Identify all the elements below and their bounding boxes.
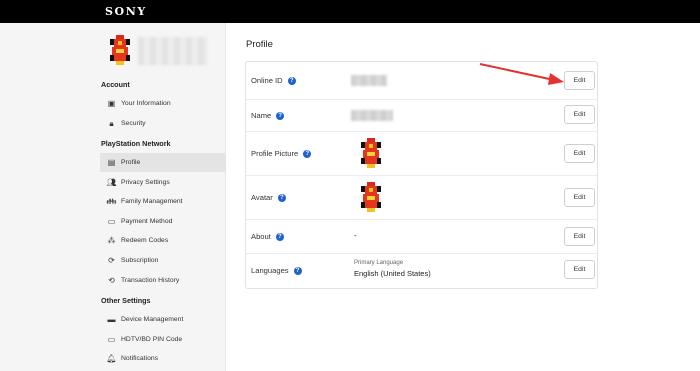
profile-row-profile-picture: Profile Picture ? Edit [246,132,597,175]
sidebar-item-payment-method[interactable]: ▭ Payment Method [100,212,226,231]
privacy-icon: 👥︎ [106,177,117,187]
console-icon: ▬ [107,314,116,324]
page-title: Profile [246,39,273,50]
blurred-name [351,110,393,121]
subscription-icon: ⟳ [108,255,115,265]
family-icon: 👪︎ [106,196,117,206]
row-label: Name [251,111,272,120]
section-account-title: Account [101,80,130,89]
help-icon[interactable]: ? [303,149,312,158]
avatar-image [361,182,381,212]
sidebar-item-label: Your Information [121,100,171,107]
sidebar-item-label: Payment Method [121,218,173,225]
row-label: Online ID [251,76,283,85]
profile-row-languages: Languages ? Primary Language English (Un… [246,254,597,289]
profile-icon: ▤ [107,157,116,167]
sidebar-item-label: Redeem Codes [121,237,169,244]
sidebar-item-subscription[interactable]: ⟳ Subscription [100,251,226,270]
sony-logo[interactable]: SONY [105,5,147,18]
history-icon: ⟲ [108,275,115,285]
redeem-icon: ⁂ [107,235,116,245]
help-icon[interactable]: ? [276,111,285,120]
sidebar-item-label: Notifications [121,355,159,362]
profile-row-about: About ? - Edit [246,220,597,253]
edit-profile-picture-button[interactable]: Edit [564,144,595,163]
sidebar-item-label: Security [121,120,146,127]
section-psn-title: PlayStation Network [101,139,171,148]
sidebar-item-label: Profile [121,159,141,166]
row-label: Avatar [251,193,273,202]
help-icon[interactable]: ? [277,193,286,202]
profile-row-name: Name ? Edit [246,100,597,131]
sidebar-item-redeem-codes[interactable]: ⁂ Redeem Codes [100,231,226,250]
id-card-icon: ▣ [107,98,116,108]
sidebar-item-device-management[interactable]: ▬ Device Management [100,310,226,329]
edit-languages-button[interactable]: Edit [564,260,595,279]
row-label: About [251,232,271,241]
row-label: Profile Picture [251,149,299,158]
section-other-settings-title: Other Settings [101,296,151,305]
profile-row-avatar: Avatar ? Edit [246,176,597,219]
tv-icon: ▭ [107,334,116,344]
profile-picture-image [361,138,381,168]
sidebar-item-notifications[interactable]: 🔔︎ Notifications [100,349,226,368]
sidebar-item-transaction-history[interactable]: ⟲ Transaction History [100,271,226,290]
sidebar-item-label: Privacy Settings [121,179,170,186]
edit-avatar-button[interactable]: Edit [564,188,595,207]
sidebar-item-label: Family Management [121,198,183,205]
bell-icon: 🔔︎ [106,353,117,363]
sidebar-item-hdtv-pin-code[interactable]: ▭ HDTV/BD PIN Code [100,330,226,349]
help-icon[interactable]: ? [275,232,284,241]
credit-card-icon: ▭ [107,216,116,226]
about-value: - [354,231,357,240]
sidebar-item-label: Device Management [121,316,184,323]
sidebar-item-label: HDTV/BD PIN Code [121,336,183,343]
primary-language-value: English (United States) [354,269,431,278]
sidebar-item-label: Subscription [121,257,159,264]
lock-icon: 🔒︎ [109,118,114,128]
top-bar: SONY [0,0,700,23]
sidebar-item-profile[interactable]: ▤ Profile [100,153,226,172]
primary-language-label: Primary Language [354,260,404,266]
sidebar-item-family-management[interactable]: 👪︎ Family Management [100,192,226,211]
sidebar-item-privacy-settings[interactable]: 👥︎ Privacy Settings [100,173,226,192]
edit-name-button[interactable]: Edit [564,105,595,124]
help-icon[interactable]: ? [293,266,302,275]
blurred-online-id [351,75,387,86]
blurred-username [138,37,208,65]
red-annotation-arrow [479,63,564,85]
help-icon[interactable]: ? [287,76,296,85]
edit-about-button[interactable]: Edit [564,227,595,246]
row-label: Languages [251,266,289,275]
sidebar-item-security[interactable]: 🔒︎ Security [100,114,226,133]
sidebar-item-your-information[interactable]: ▣ Your Information [100,94,226,113]
sidebar-item-label: Transaction History [121,277,180,284]
user-avatar[interactable] [108,35,132,65]
